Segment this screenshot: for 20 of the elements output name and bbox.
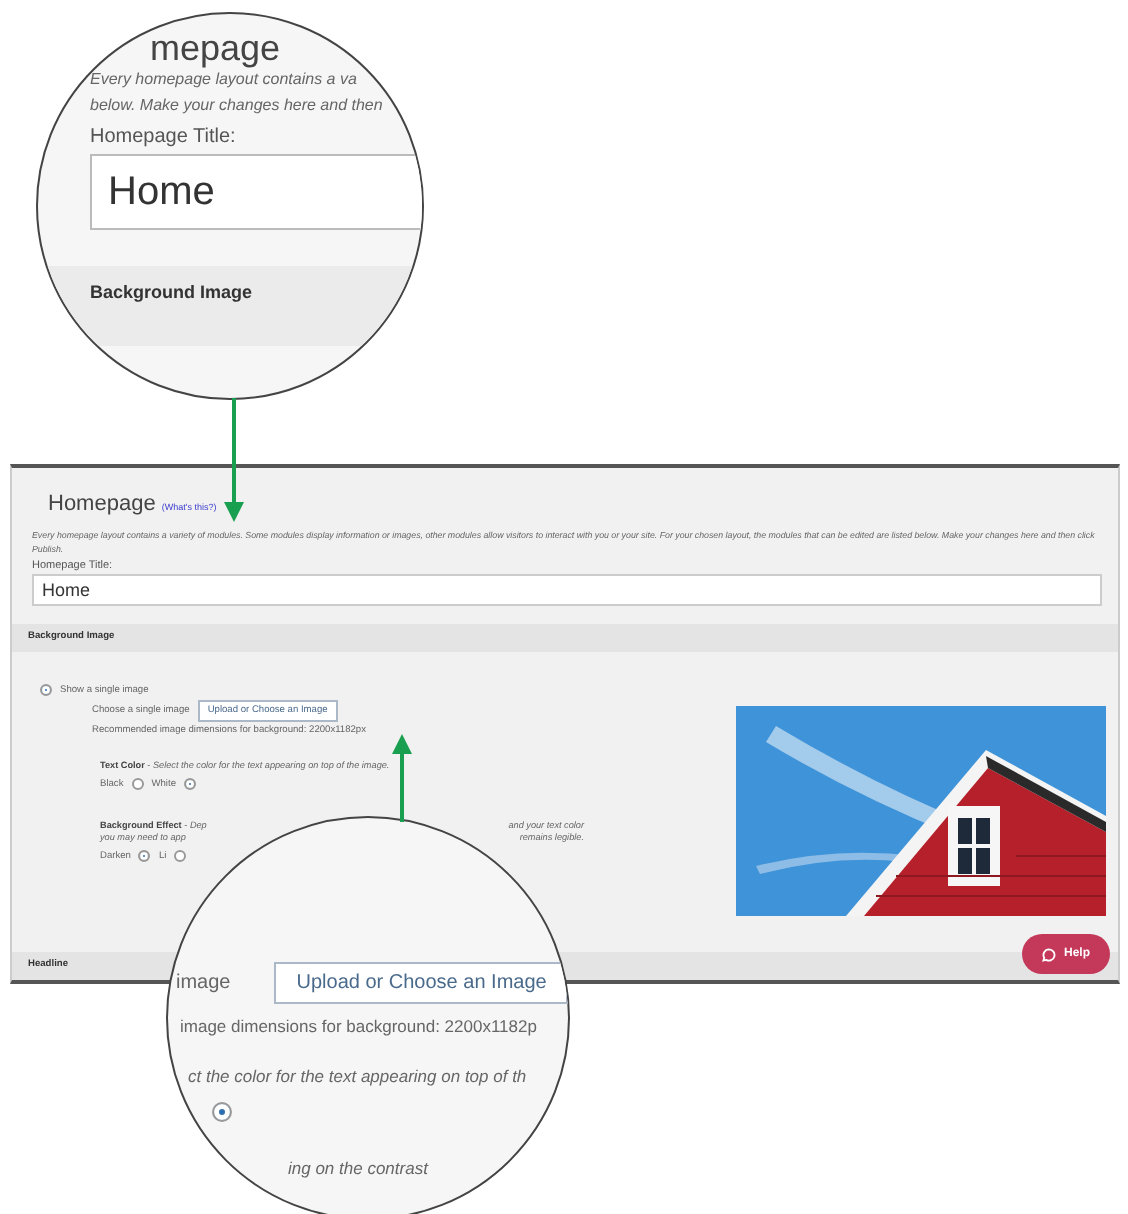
effect-description: ing on the contrast [288, 1158, 428, 1178]
description-text: Every homepage layout contains a va [90, 68, 359, 92]
hint-text: image dimensions for background: 2200x1182p [180, 1016, 537, 1036]
page-heading: mepage [148, 30, 283, 66]
page-heading: Homepage [48, 492, 156, 516]
radio-button[interactable] [40, 684, 52, 696]
radio-button[interactable] [184, 778, 196, 790]
title-input-field[interactable]: Home [90, 154, 422, 230]
arrow-icon [224, 398, 244, 522]
arrow-icon [392, 734, 412, 822]
field-label: Homepage Title: [90, 126, 238, 148]
radio-button[interactable] [131, 778, 144, 790]
title-input-field[interactable]: Home [32, 574, 1102, 606]
text-color-description: ct the color for the text appearing on top of th [188, 1066, 527, 1086]
description-text: below. Make your changes here and then [90, 94, 385, 118]
radio-button[interactable] [174, 850, 187, 862]
radio-button[interactable] [138, 850, 151, 862]
radio-button[interactable] [212, 1102, 232, 1122]
chat-bubble-icon [1041, 947, 1056, 961]
upload-button[interactable]: Upload or Choose an Image [274, 962, 568, 1004]
